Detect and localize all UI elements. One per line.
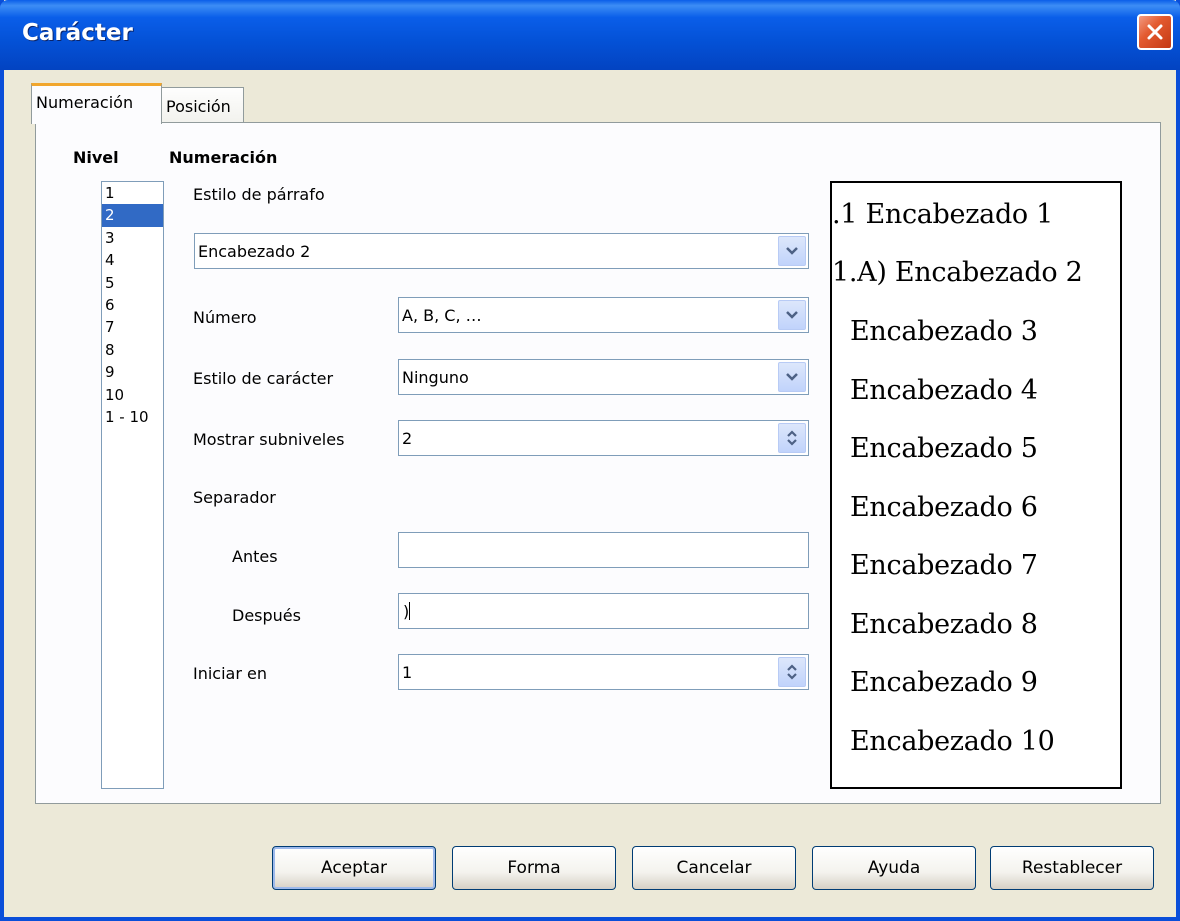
separator-label: Separador — [193, 488, 276, 507]
char-style-value: Ninguno — [402, 368, 469, 387]
tab-numbering[interactable]: Numeración — [31, 83, 162, 124]
level-heading: Nivel — [73, 148, 119, 167]
numbering-preview: .1 Encabezado 1 1.A) Encabezado 2 Encabe… — [830, 181, 1122, 789]
show-sublevels-spinner[interactable]: 2 — [398, 420, 809, 456]
numbering-tab-panel: Nivel Numeración 1 2 3 4 5 6 7 8 9 10 1 … — [35, 121, 1161, 804]
start-at-spinner[interactable]: 1 — [398, 654, 809, 690]
preview-line: Encabezado 8 — [850, 609, 1038, 640]
numbering-heading: Numeración — [169, 148, 278, 167]
preview-line: .1 Encabezado 1 — [832, 199, 1054, 230]
before-label: Antes — [232, 547, 278, 566]
level-item-selected[interactable]: 2 — [102, 204, 163, 227]
level-item[interactable]: 3 — [102, 227, 163, 249]
level-item[interactable]: 5 — [102, 272, 163, 294]
level-item[interactable]: 6 — [102, 294, 163, 316]
char-style-dropdown[interactable]: Ninguno — [398, 359, 809, 395]
cancel-button[interactable]: Cancelar — [632, 846, 796, 890]
preview-line: Encabezado 9 — [850, 667, 1038, 698]
chevron-down-icon[interactable] — [778, 300, 806, 330]
number-label: Número — [193, 308, 257, 327]
level-item[interactable]: 1 - 10 — [102, 406, 163, 428]
close-icon — [1147, 24, 1163, 40]
reset-button[interactable]: Restablecer — [990, 846, 1154, 890]
after-input[interactable]: ) — [398, 593, 809, 629]
number-format-value: A, B, C, … — [402, 306, 482, 325]
format-button[interactable]: Forma — [452, 846, 616, 890]
start-at-value: 1 — [402, 663, 413, 682]
paragraph-style-label: Estilo de párrafo — [193, 185, 325, 204]
preview-line: Encabezado 5 — [850, 433, 1038, 464]
char-style-label: Estilo de carácter — [193, 369, 334, 388]
dialog-window: Carácter Numeración Posición Nivel Numer… — [0, 0, 1180, 921]
show-sublevels-label: Mostrar subniveles — [193, 430, 345, 449]
show-sublevels-value: 2 — [402, 429, 413, 448]
dialog-title: Carácter — [22, 20, 133, 46]
level-item[interactable]: 9 — [102, 361, 163, 383]
preview-line: Encabezado 4 — [850, 375, 1038, 406]
tab-position-label: Posición — [166, 97, 231, 116]
spin-updown-icon[interactable] — [778, 657, 806, 687]
ok-button[interactable]: Aceptar — [272, 846, 436, 890]
level-item[interactable]: 10 — [102, 384, 163, 406]
preview-line: Encabezado 7 — [850, 550, 1038, 581]
tab-position[interactable]: Posición — [161, 87, 244, 125]
level-item[interactable]: 8 — [102, 339, 163, 361]
preview-line: Encabezado 3 — [850, 316, 1038, 347]
title-bar[interactable]: Carácter — [0, 0, 1180, 70]
preview-line: Encabezado 10 — [850, 726, 1055, 757]
level-item[interactable]: 4 — [102, 249, 163, 271]
before-input[interactable] — [398, 532, 809, 568]
close-button[interactable] — [1137, 14, 1173, 50]
number-format-dropdown[interactable]: A, B, C, … — [398, 297, 809, 333]
after-label: Después — [232, 606, 301, 625]
tab-numbering-label: Numeración — [36, 93, 134, 112]
spin-updown-icon[interactable] — [778, 423, 806, 453]
chevron-down-icon[interactable] — [778, 236, 806, 266]
chevron-down-icon[interactable] — [778, 362, 806, 392]
level-list[interactable]: 1 2 3 4 5 6 7 8 9 10 1 - 10 — [101, 181, 164, 789]
preview-line: Encabezado 6 — [850, 492, 1038, 523]
help-button[interactable]: Ayuda — [812, 846, 976, 890]
level-item[interactable]: 7 — [102, 316, 163, 338]
paragraph-style-value: Encabezado 2 — [198, 242, 311, 261]
start-at-label: Iniciar en — [193, 664, 267, 683]
paragraph-style-dropdown[interactable]: Encabezado 2 — [194, 233, 809, 269]
preview-line: 1.A) Encabezado 2 — [832, 257, 1083, 288]
level-item[interactable]: 1 — [102, 182, 163, 204]
